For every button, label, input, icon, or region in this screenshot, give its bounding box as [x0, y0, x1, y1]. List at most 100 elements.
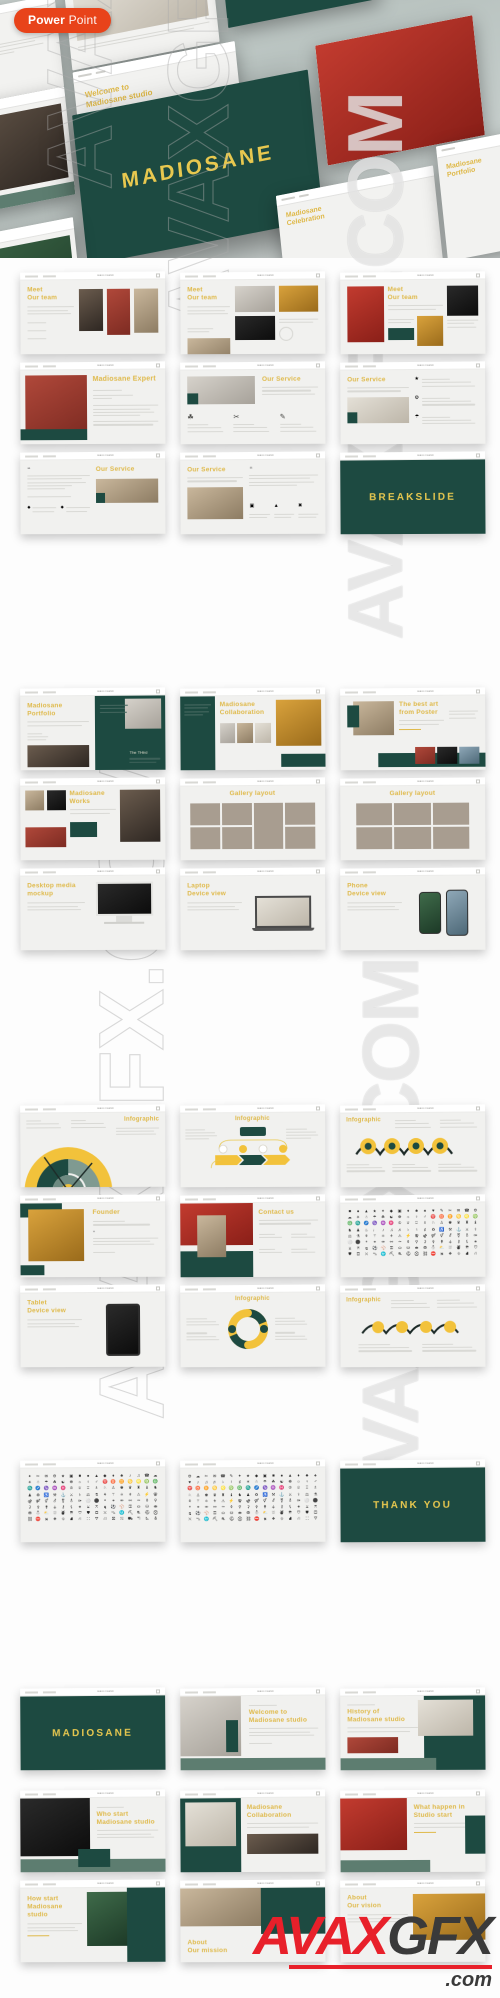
- logo-text-red: AVAX: [253, 1906, 387, 1966]
- topbar-nav-left: [185, 365, 198, 367]
- hero-slide-e: [0, 86, 75, 226]
- slide-contact-us[interactable]: MADIOSANE Contact us: [180, 1194, 325, 1277]
- slide-row-founder-contact: MADIOSANE Founder ❝ MADIOSANE Contact us…: [0, 1195, 500, 1281]
- topbar-nav-left: [345, 781, 358, 783]
- slide-title-line2: Our team: [27, 294, 74, 302]
- badge-light-text: Point: [69, 13, 97, 27]
- slide-breakslide[interactable]: MADIOSANE BREAKSLIDE: [340, 451, 485, 534]
- topbar-title: MADIOSANE: [61, 364, 151, 367]
- topbar-nav-right: [43, 1463, 56, 1465]
- slide-how-start-studio[interactable]: MADIOSANE How start Madiosane studio: [20, 1879, 165, 1962]
- topbar-title: MADIOSANE: [381, 690, 471, 693]
- slide-our-service-3[interactable]: MADIOSANE ❝ ◆ ◆ Our Service: [20, 451, 165, 534]
- slide-our-service-1[interactable]: MADIOSANE Our Service ☘ ✂ ✎: [180, 361, 325, 444]
- slide-icon-pack-1[interactable]: MADIOSANE ■ ● ▲ ★ ✦ ◆ ▣ ♦ ♣ ♠ ♥ ✎ ✂ ✉ ☎ ⚙ ☁ ☀ ☃ ☂ ☘ ☯ ☸ ☼ ♀ ♂ ♈ ♉ ♊…: [340, 1194, 485, 1277]
- slide-our-service-2[interactable]: MADIOSANE Our Service ★ ⚙ ☂: [340, 361, 485, 444]
- thank-you-title: THANK YOU: [373, 1499, 452, 1510]
- topbar-icon: [476, 689, 480, 693]
- slide-title-line1: Contact us: [258, 1208, 318, 1217]
- topbar-nav-right: [43, 781, 56, 783]
- slide-gallery-layout-1[interactable]: MADIOSANE Gallery layout: [180, 777, 325, 860]
- slide-meet-our-team-3[interactable]: MADIOSANE Meet Our team: [340, 271, 485, 354]
- topbar-nav-right: [43, 1793, 56, 1795]
- topbar-icon: [476, 453, 480, 457]
- slide-meet-our-team-2[interactable]: MADIOSANE Meet Our team: [180, 271, 325, 354]
- slide-infographic-circles[interactable]: MADIOSANE Infographic: [340, 1104, 485, 1187]
- slide-row-infographics-2: MADIOSANE Tablet Device view MADIOSANE I…: [0, 1285, 500, 1371]
- wave-diagram: [358, 1314, 468, 1337]
- topbar-icon: [316, 1106, 320, 1110]
- slide-infographic-flow[interactable]: MADIOSANE Infographic: [180, 1104, 325, 1187]
- topbar-title: MADIOSANE: [381, 1197, 471, 1200]
- topbar-title: MADIOSANE: [381, 1462, 471, 1465]
- slide-tablet-device-view[interactable]: MADIOSANE Tablet Device view: [20, 1284, 165, 1367]
- topbar-icon: [316, 1881, 320, 1885]
- topbar-nav-right: [363, 365, 376, 367]
- slide-thank-you[interactable]: MADIOSANE THANK YOU: [340, 1459, 485, 1542]
- topbar-icon: [316, 1461, 320, 1465]
- icon-pack-grid: ⚙ ☁ ✂ ✉ ☎ ✎ ✦ ★ ◆ ▣ ■ ● ▲ ♦ ♣ ♠ ♥ ♪ ♫ ♬ ♭ ♮ ♯ ☀ ☃ ☂ ☘ ☯ ☸ ☼ ♀ ♂ ♈ ♉ ♊ ♋ ♌ ♍…: [180, 1467, 325, 1526]
- topbar-icon: [156, 1791, 160, 1795]
- slide-welcome-to-studio[interactable]: MADIOSANE Welcome to Madiosane studio: [180, 1687, 325, 1770]
- topbar-nav-right: [43, 1198, 56, 1200]
- topbar-nav-right: [43, 691, 56, 693]
- topbar-icon: [476, 869, 480, 873]
- slide-madiosane-collaboration[interactable]: MADIOSANE Madiosane Collaboration: [180, 687, 325, 770]
- slide-founder[interactable]: MADIOSANE Founder ❝: [20, 1194, 165, 1277]
- slide-title-line1: Our Service: [187, 466, 243, 475]
- topbar-title: MADIOSANE: [61, 1882, 151, 1885]
- topbar-title: MADIOSANE: [221, 1287, 311, 1290]
- topbar-nav-right: [203, 275, 216, 277]
- topbar-nav-left: [185, 871, 198, 873]
- slide-meet-our-team-1[interactable]: MADIOSANE Meet Our team: [20, 271, 165, 354]
- slide-infographic-gauge[interactable]: MADIOSANE Infographic: [20, 1104, 165, 1187]
- slide-row-icons-thankyou: MADIOSANE ✦ ✂ ✉ ⚙ ★ ▣ ■ ● ▲ ◆ ♦ ♣ ♪ ♫ ☎ ☁ ☀ ☃ ☂ ☘ ☯ ☸ ☼ ♀ ♂ ♈ ♉ ♊ ♋…: [0, 1460, 500, 1546]
- topbar-nav-right: [363, 275, 376, 277]
- slide-cover-madiosane[interactable]: MADIOSANE MADIOSANE: [20, 1687, 165, 1770]
- topbar-nav-left: [25, 1793, 38, 1795]
- slide-madiosane-works[interactable]: MADIOSANE Madiosane Works: [20, 777, 165, 860]
- slide-laptop-device-view[interactable]: MADIOSANE Laptop Device view: [180, 867, 325, 950]
- topbar-nav-right: [43, 365, 56, 367]
- topbar-nav-right: [363, 1108, 376, 1110]
- hero-slide-stage: AboutOur mission History ofMadiosane stu…: [0, 0, 500, 258]
- slide-row-gallery: MADIOSANE Madiosane Works MADIOSANE Gall…: [0, 778, 500, 864]
- topbar-icon: [156, 1106, 160, 1110]
- slide-gallery-layout-2[interactable]: MADIOSANE Gallery layout: [340, 777, 485, 860]
- slide-history-of-studio[interactable]: MADIOSANE History of Madiosane studio: [340, 1687, 485, 1770]
- topbar-icon: [156, 1881, 160, 1885]
- slide-madiosane-collaboration-2[interactable]: MADIOSANE Madiosane Collaboration: [180, 1789, 325, 1872]
- slide-phone-device-view[interactable]: MADIOSANE Phone Device view: [340, 867, 485, 950]
- icon-pack-grid: ■ ● ▲ ★ ✦ ◆ ▣ ♦ ♣ ♠ ♥ ✎ ✂ ✉ ☎ ⚙ ☁ ☀ ☃ ☂ ☘ ☯ ☸ ☼ ♀ ♂ ♈ ♉ ♊ ♋ ♌ ♍ ♎ ♏ ♐ ♑ ♒ ♓…: [340, 1202, 485, 1261]
- slide-our-service-4[interactable]: MADIOSANE Our Service ❝ ▣ ▲ ✖: [180, 451, 325, 534]
- topbar-icon: [476, 1106, 480, 1110]
- topbar-nav-left: [345, 365, 358, 367]
- topbar-nav-left: [345, 1883, 358, 1885]
- topbar-nav-right: [203, 1108, 216, 1110]
- slide-madiosane-portfolio[interactable]: MADIOSANE Madiosane Portfolio The THird: [20, 687, 165, 770]
- topbar-nav-right: [203, 781, 216, 783]
- topbar-title: MADIOSANE: [61, 1462, 151, 1465]
- icon-pack-grid: ✦ ✂ ✉ ⚙ ★ ▣ ■ ● ▲ ◆ ♦ ♣ ♪ ♫ ☎ ☁ ☀ ☃ ☂ ☘ ☯ ☸ ☼ ♀ ♂ ♈ ♉ ♊ ♋ ♌ ♍ ♎ ♏ ♐ ♑ ♒ ♓ ♔…: [20, 1467, 165, 1526]
- topbar-nav-left: [25, 275, 38, 277]
- topbar-nav-right: [203, 691, 216, 693]
- topbar-nav-right: [363, 871, 376, 873]
- slide-icon-pack-3[interactable]: MADIOSANE ⚙ ☁ ✂ ✉ ☎ ✎ ✦ ★ ◆ ▣ ■ ● ▲ ♦ ♣ ♠ ♥ ♪ ♫ ♬ ♭ ♮ ♯ ☀ ☃ ☂ ☘ ☯ ☸…: [180, 1459, 325, 1542]
- topbar-nav-left: [185, 1883, 198, 1885]
- slide-infographic-wave[interactable]: MADIOSANE Infographic: [340, 1284, 485, 1367]
- slide-madiosane-expert[interactable]: MADIOSANE Madiosane Expert: [20, 361, 165, 444]
- topbar-icon: [156, 779, 160, 783]
- slide-desktop-media-mockup[interactable]: MADIOSANE Desktop media mockup: [20, 867, 165, 950]
- slide-infographic-donut[interactable]: MADIOSANE Infographic: [180, 1284, 325, 1367]
- topbar-icon: [156, 869, 160, 873]
- topbar-title: MADIOSANE: [381, 1107, 471, 1110]
- topbar-title: MADIOSANE: [381, 1882, 471, 1885]
- slide-title-line2: Madiosane studio: [27, 1903, 81, 1920]
- slide-best-art-poster[interactable]: MADIOSANE The best art from Poster: [340, 687, 485, 770]
- badge-bold-text: Power: [28, 13, 65, 27]
- topbar-title: MADIOSANE: [221, 1197, 311, 1200]
- slide-who-start-studio[interactable]: MADIOSANE Who start Madiosane studio: [20, 1789, 165, 1872]
- topbar-nav-right: [43, 1883, 56, 1885]
- slide-icon-pack-2[interactable]: MADIOSANE ✦ ✂ ✉ ⚙ ★ ▣ ■ ● ▲ ◆ ♦ ♣ ♪ ♫ ☎ ☁ ☀ ☃ ☂ ☘ ☯ ☸ ☼ ♀ ♂ ♈ ♉ ♊ ♋…: [20, 1459, 165, 1542]
- slide-what-happen-studio[interactable]: MADIOSANE What happen in Studio start: [340, 1789, 485, 1872]
